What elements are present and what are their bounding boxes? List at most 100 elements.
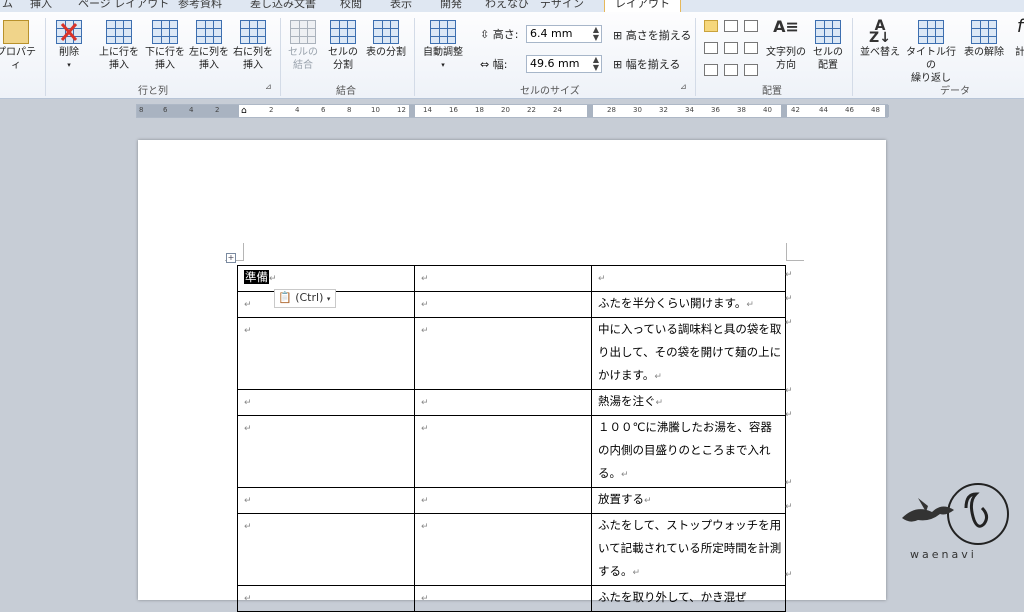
table-cell[interactable]: ↵ — [237, 585, 415, 612]
delete-button[interactable]: 削除 ▾ — [50, 20, 88, 72]
tab-waenavi[interactable]: わえなび — [485, 0, 529, 11]
table-cell[interactable]: ふたをして、ストップウォッチを用いて記載されている所定時間を計測する。↵ — [591, 513, 786, 586]
tab-review[interactable]: 校閲 — [340, 0, 362, 11]
ruler-tick: 22 — [527, 106, 536, 114]
tab-insert[interactable]: 挿入 — [30, 0, 52, 11]
ruler-tick: 24 — [553, 106, 562, 114]
align-bottom-center-icon[interactable] — [724, 64, 738, 76]
column-width-input[interactable]: 49.6 mm ▲ ▼ — [526, 55, 602, 73]
insert-right-icon — [240, 20, 266, 44]
horizontal-ruler[interactable]: ⌂ 8 6 4 2 2 4 6 8 10 12 14 16 18 20 22 2… — [136, 104, 889, 118]
separator — [414, 18, 415, 96]
group-label-rows-columns: 行と列 — [138, 86, 168, 97]
align-middle-right-icon[interactable] — [744, 42, 758, 54]
insert-row-above-button[interactable]: 上に行を 挿入 — [96, 20, 142, 72]
column-marker[interactable] — [409, 105, 415, 117]
table-cell[interactable]: ↵ — [237, 487, 415, 514]
convert-to-text-button[interactable]: 表の解除 — [960, 20, 1008, 59]
convert-to-text-icon — [971, 20, 997, 44]
column-width-label: ⇔ 幅: — [480, 58, 508, 71]
distribute-rows-icon: ⊞ — [613, 29, 623, 42]
row-end-mark: ↵ — [785, 410, 793, 420]
autofit-button[interactable]: 自動調整 ▾ — [418, 20, 468, 72]
table-cell[interactable]: １００℃に沸騰したお湯を、容器の内側の目盛りのところまで入れる。↵ — [591, 415, 786, 488]
table-cell[interactable]: ↵ — [414, 513, 592, 586]
row-height-input[interactable]: 6.4 mm ▲ ▼ — [526, 25, 602, 43]
tab-page-layout[interactable]: ページ レイアウト — [78, 0, 169, 11]
spinner-arrows-icon[interactable]: ▲ ▼ — [593, 56, 599, 72]
table-cell[interactable]: ↵ — [237, 389, 415, 416]
table-cell[interactable]: ↵ — [414, 291, 592, 318]
table-cell[interactable]: 準備↵ — [237, 265, 415, 292]
tab-home[interactable]: ム — [2, 0, 13, 11]
cell-margins-button[interactable]: セルの 配置 — [808, 20, 848, 72]
align-middle-left-icon[interactable] — [704, 42, 718, 54]
table-cell[interactable]: ↵ — [237, 317, 415, 390]
dialog-launcher-icon[interactable]: ⊿ — [265, 82, 272, 91]
paste-options-button[interactable]: 📋 (Ctrl) ▾ — [274, 289, 336, 308]
separator — [280, 18, 281, 96]
properties-button[interactable]: プロパティ — [0, 20, 38, 72]
align-bottom-left-icon[interactable] — [704, 64, 718, 76]
table-cell[interactable]: ↵ — [414, 585, 592, 612]
chevron-down-icon: ▾ — [326, 295, 331, 303]
ruler-tick: 46 — [845, 106, 854, 114]
repeat-header-rows-button[interactable]: タイトル行の 繰り返し — [902, 20, 960, 85]
ruler-tick: 4 — [295, 106, 300, 114]
table-cell[interactable]: ふたを半分くらい開けます。↵ — [591, 291, 786, 318]
align-bottom-right-icon[interactable] — [744, 64, 758, 76]
table-cell[interactable]: ↵ — [237, 513, 415, 586]
align-top-right-icon[interactable] — [744, 20, 758, 32]
distribute-rows-button[interactable]: ⊞ 高さを揃える — [613, 27, 691, 43]
repeat-header-icon — [918, 20, 944, 44]
separator — [852, 18, 853, 96]
formula-button[interactable]: f 計 — [1008, 18, 1024, 59]
ruler-tick: 28 — [607, 106, 616, 114]
ruler-tick: 8 — [347, 106, 352, 114]
properties-icon — [3, 20, 29, 44]
dialog-launcher-icon[interactable]: ⊿ — [680, 82, 687, 91]
tab-design[interactable]: デザイン — [540, 0, 584, 11]
table-cell[interactable]: 放置する↵ — [591, 487, 786, 514]
split-table-button[interactable]: 表の分割 — [362, 20, 410, 59]
ribbon: プロパティ 削除 ▾ 上に行を 挿入 下に行を 挿入 左に列を 挿入 右に列を … — [0, 12, 1024, 99]
align-middle-center-icon[interactable] — [724, 42, 738, 54]
insert-row-below-button[interactable]: 下に行を 挿入 — [142, 20, 188, 72]
indent-marker-icon[interactable]: ⌂ — [241, 105, 247, 117]
ruler-tick: 12 — [397, 106, 406, 114]
table-cell[interactable]: 熱湯を注ぐ↵ — [591, 389, 786, 416]
merge-cells-button[interactable]: セルの 結合 — [283, 20, 323, 72]
ruler-tick: 42 — [791, 106, 800, 114]
insert-column-left-button[interactable]: 左に列を 挿入 — [186, 20, 232, 72]
row-height-label: ⇳ 高さ: — [480, 28, 519, 41]
table-cell[interactable]: ふたを取り外して、かき混ぜ — [591, 585, 786, 612]
table-cell[interactable]: ↵ — [414, 265, 592, 292]
insert-column-right-button[interactable]: 右に列を 挿入 — [230, 20, 276, 72]
row-height-icon: ⇳ — [480, 28, 490, 41]
crop-mark — [786, 260, 804, 261]
ruler-tick: 44 — [819, 106, 828, 114]
table-cell[interactable]: ↵ — [414, 487, 592, 514]
table-cell[interactable]: ↵ — [414, 389, 592, 416]
table-cell[interactable]: 中に入っている調味料と具の袋を取り出して、その袋を開けて麺の上にかけます。↵ — [591, 317, 786, 390]
table-cell[interactable]: ↵ — [237, 415, 415, 488]
tab-mailings[interactable]: 差し込み文書 — [250, 0, 316, 11]
text-direction-button[interactable]: A≡ 文字列の 方向 — [762, 19, 810, 72]
split-cells-button[interactable]: セルの 分割 — [323, 20, 363, 72]
tab-view[interactable]: 表示 — [390, 0, 412, 11]
distribute-columns-button[interactable]: ⊞ 幅を揃える — [613, 56, 680, 72]
table-cell[interactable]: ↵ — [414, 415, 592, 488]
column-marker[interactable] — [587, 105, 593, 117]
table-cell[interactable]: ↵ — [414, 317, 592, 390]
align-top-center-icon[interactable] — [724, 20, 738, 32]
insert-below-icon — [152, 20, 178, 44]
table-cell[interactable]: ↵ — [591, 265, 786, 292]
align-top-left-icon[interactable] — [704, 20, 718, 32]
sort-button[interactable]: A Z↓ 並べ替え — [856, 19, 904, 59]
spinner-arrows-icon[interactable]: ▲ ▼ — [593, 26, 599, 42]
column-marker[interactable] — [781, 105, 787, 117]
ruler-tick: 10 — [371, 106, 380, 114]
table-move-handle-icon[interactable]: + — [226, 253, 236, 263]
tab-references[interactable]: 参考資料 — [178, 0, 222, 11]
tab-developer[interactable]: 開発 — [440, 0, 462, 11]
